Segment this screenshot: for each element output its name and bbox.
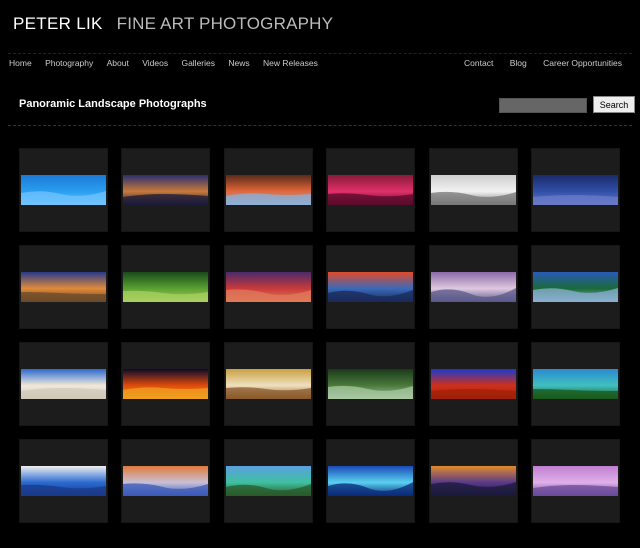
gallery-tile[interactable] [19,439,108,523]
aspen-forest-autumn-image [226,369,311,399]
gallery-tile[interactable] [429,148,518,232]
photo-thumbnail[interactable] [21,369,106,399]
photo-thumbnail[interactable] [328,466,413,496]
river-delta-aerial-image [328,466,413,496]
thumbnail-ground [533,485,618,496]
photo-thumbnail[interactable] [123,175,208,205]
photo-thumbnail[interactable] [431,466,516,496]
gallery-tile[interactable] [326,148,415,232]
photo-thumbnail[interactable] [226,272,311,302]
photo-thumbnail[interactable] [226,466,311,496]
photo-thumbnail[interactable] [123,272,208,302]
gallery-tile[interactable] [429,342,518,426]
photo-thumbnail[interactable] [328,272,413,302]
photo-thumbnail[interactable] [533,272,618,302]
white-sand-dunes-image [21,369,106,399]
gallery-tile[interactable] [531,245,620,329]
photo-thumbnail[interactable] [226,369,311,399]
mountain-lake-image [533,272,618,302]
antelope-canyon-image [328,175,413,205]
gallery-tile[interactable] [224,148,313,232]
gallery-tile[interactable] [531,148,620,232]
thumbnail-ground [123,387,208,399]
gallery-tile[interactable] [531,439,620,523]
gallery-tile[interactable] [121,439,210,523]
thumbnail-ground [431,389,516,399]
gallery-tile[interactable] [19,245,108,329]
tropical-bay-boat-image [226,466,311,496]
tropical-beach-palms-image [533,369,618,399]
bushfire-night-image [123,369,208,399]
photo-thumbnail[interactable] [431,369,516,399]
mesa-arch-sunrise-image [226,175,311,205]
photo-thumbnail[interactable] [21,272,106,302]
lone-tree-lake-dusk-image [533,466,618,496]
gallery-tile[interactable] [531,342,620,426]
ocean-jetty-image [21,175,106,205]
desert-rocks-sunset-image [21,272,106,302]
red-dunes-blue-sky-image [431,369,516,399]
photo-thumbnail[interactable] [431,272,516,302]
photo-thumbnail[interactable] [123,466,208,496]
gallery-tile[interactable] [224,342,313,426]
snowy-mountains-dusk-image [431,272,516,302]
gallery-tile[interactable] [19,342,108,426]
rock-pool-sunset-image [431,466,516,496]
gallery-tile[interactable] [326,342,415,426]
white-village-sea-image [21,466,106,496]
photo-thumbnail[interactable] [328,175,413,205]
gallery-tile[interactable] [121,342,210,426]
photo-thumbnail[interactable] [123,369,208,399]
gallery-tile[interactable] [429,439,518,523]
thumbnail-ground [123,194,208,205]
gallery-tile[interactable] [121,245,210,329]
gallery-tile[interactable] [224,245,313,329]
thumbnail-ground [226,193,311,205]
coastal-cliffs-sunset-image [123,466,208,496]
photo-thumbnail[interactable] [21,175,106,205]
bamboo-forest-image [123,272,208,302]
photo-thumbnail[interactable] [533,175,618,205]
photo-thumbnail[interactable] [328,369,413,399]
photo-thumbnail[interactable] [533,466,618,496]
photo-thumbnail[interactable] [533,369,618,399]
salt-flats-night-image [533,175,618,205]
gallery-tile[interactable] [429,245,518,329]
thumbnail-ground [533,195,618,205]
uluru-sunset-image [226,272,311,302]
photo-gallery [0,0,640,548]
photo-thumbnail[interactable] [226,175,311,205]
gallery-tile[interactable] [224,439,313,523]
pier-fog-image [431,175,516,205]
gallery-tile[interactable] [19,148,108,232]
city-skyline-dusk-image [123,175,208,205]
gallery-tile[interactable] [121,148,210,232]
gallery-tile[interactable] [326,245,415,329]
rainforest-waterfall-image [328,369,413,399]
photo-thumbnail[interactable] [431,175,516,205]
thumbnail-ground [21,388,106,399]
gallery-tile[interactable] [326,439,415,523]
photo-thumbnail[interactable] [21,466,106,496]
coastal-sunset-rocks-image [328,272,413,302]
